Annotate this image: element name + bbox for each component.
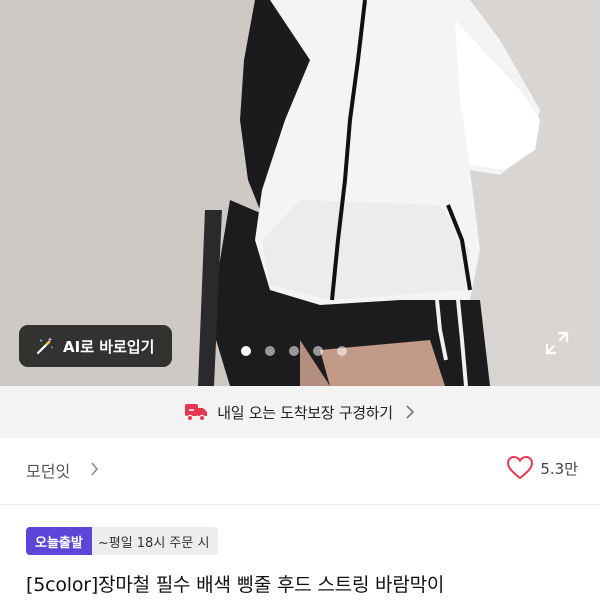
carousel-indicator	[241, 346, 347, 356]
carousel-dot[interactable]	[337, 346, 347, 356]
ai-try-on-label: AI로 바로입기	[63, 337, 155, 356]
shop-name-link[interactable]: 모던잇	[26, 458, 70, 482]
heart-icon	[507, 456, 534, 480]
like-button[interactable]: 5.3만	[507, 456, 578, 480]
shipping-condition-note: ~평일 18시 주문 시	[91, 527, 219, 555]
product-image-carousel[interactable]: AI로 바로입기	[0, 0, 600, 386]
magic-wand-icon	[36, 337, 54, 355]
ai-try-on-button[interactable]: AI로 바로입기	[19, 325, 172, 367]
carousel-dot[interactable]	[241, 346, 251, 356]
section-divider	[0, 504, 600, 505]
chevron-right-icon	[406, 405, 414, 419]
product-title: [5color]장마철 필수 배색 삥줄 후드 스트링 바람막이	[26, 574, 445, 596]
carousel-dot[interactable]	[265, 346, 275, 356]
delivery-truck-icon	[185, 404, 208, 421]
chevron-right-icon[interactable]	[90, 462, 99, 476]
shop-row: 모던잇 5.3만	[0, 438, 600, 504]
shipping-badge: 오늘출발 ~평일 18시 주문 시	[26, 527, 219, 555]
delivery-banner-text: 내일 오는 도착보장 구경하기	[217, 403, 393, 422]
delivery-guarantee-banner[interactable]: 내일 오는 도착보장 구경하기	[0, 386, 600, 438]
fullscreen-expand-icon[interactable]	[544, 330, 570, 356]
same-day-shipping-badge: 오늘출발	[26, 527, 92, 555]
carousel-dot[interactable]	[289, 346, 299, 356]
carousel-dot[interactable]	[313, 346, 323, 356]
like-count: 5.3만	[540, 459, 578, 478]
